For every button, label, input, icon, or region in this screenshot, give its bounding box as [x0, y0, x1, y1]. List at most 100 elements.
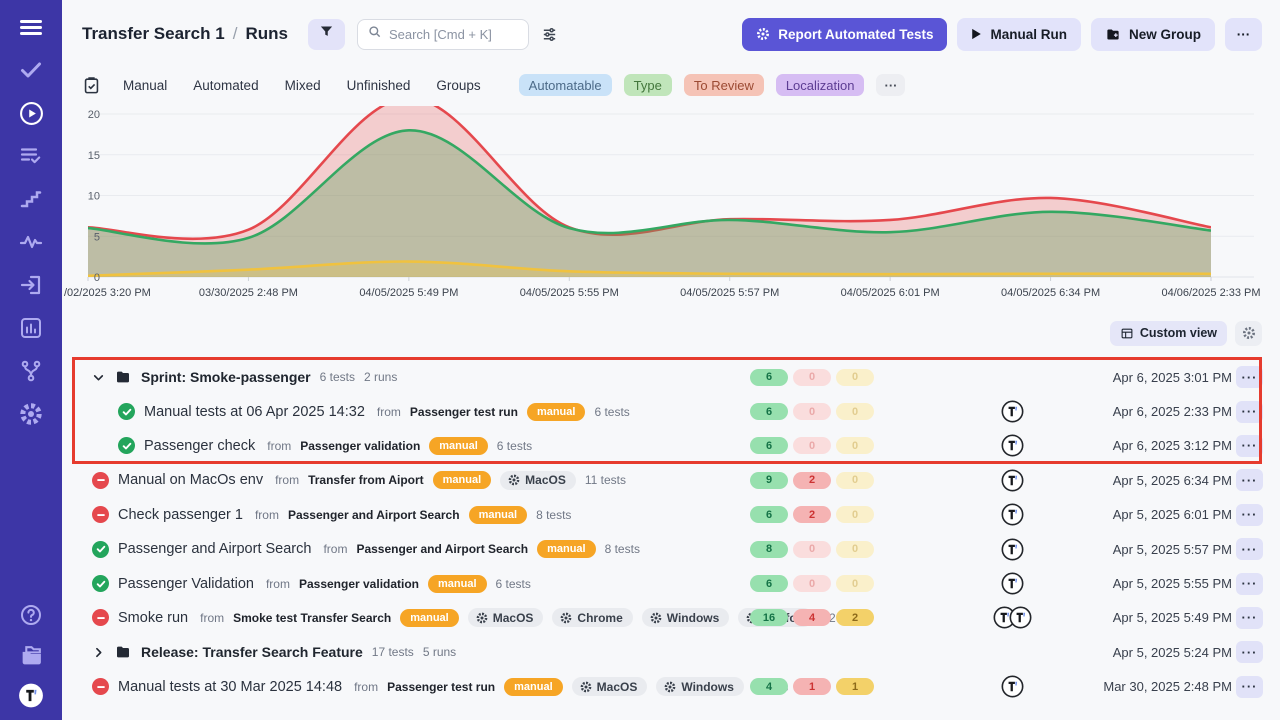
group-title[interactable]: Release: Transfer Search Feature	[141, 644, 363, 660]
row-more-button[interactable]: ···	[1236, 641, 1263, 663]
play-circle-icon[interactable]	[18, 100, 44, 126]
manual-run-button[interactable]: Manual Run	[957, 18, 1081, 51]
search-input[interactable]	[389, 27, 509, 42]
run-title[interactable]: Manual on MacOs env	[118, 472, 263, 488]
run-row[interactable]: Manual tests at 06 Apr 2025 14:32fromPas…	[62, 394, 1280, 428]
filter-button[interactable]	[308, 19, 345, 50]
docs-icon[interactable]	[18, 642, 44, 668]
gear-icon[interactable]	[18, 401, 44, 427]
group-meta: 17 tests	[372, 645, 414, 659]
manual-badge[interactable]: manual	[429, 437, 488, 455]
chart-svg: 05101520/02/2025 3:20 PM03/30/2025 2:48 …	[62, 106, 1280, 310]
from-label: from	[267, 439, 291, 453]
row-more-button[interactable]: ···	[1236, 435, 1263, 457]
gear-icon	[650, 612, 662, 624]
tag-to-review[interactable]: To Review	[684, 74, 764, 96]
list-check-icon[interactable]	[18, 143, 44, 169]
manual-badge[interactable]: manual	[428, 575, 487, 593]
run-title[interactable]: Passenger Validation	[118, 576, 254, 592]
run-title[interactable]: Passenger check	[144, 438, 255, 454]
tab-groups[interactable]: Groups	[436, 78, 480, 93]
tab-manual[interactable]: Manual	[123, 78, 167, 93]
group-row[interactable]: Sprint: Smoke-passenger6 tests2 runs600A…	[62, 360, 1280, 394]
group-row[interactable]: Release: Transfer Search Feature 17 tests…	[62, 635, 1280, 669]
clipboard-check-icon[interactable]	[82, 76, 101, 95]
run-source[interactable]: Passenger test run	[387, 680, 495, 694]
run-title[interactable]: Manual tests at 30 Mar 2025 14:48	[118, 679, 342, 695]
run-title[interactable]: Passenger and Airport Search	[118, 541, 311, 557]
run-title[interactable]: Smoke run	[118, 610, 188, 626]
tune-icon[interactable]	[541, 26, 558, 43]
manual-badge[interactable]: manual	[400, 609, 459, 627]
manual-badge[interactable]: manual	[504, 678, 563, 696]
row-more-button[interactable]: ···	[1236, 469, 1263, 491]
help-icon[interactable]	[18, 602, 44, 628]
status-passed-icon	[118, 437, 135, 454]
tag-type[interactable]: Type	[624, 74, 672, 96]
assignee-avatars	[974, 572, 1050, 595]
tags-more-button[interactable]: ···	[876, 74, 905, 96]
manual-badge[interactable]: manual	[433, 471, 492, 489]
report-automated-tests-button[interactable]: Report Automated Tests	[742, 18, 947, 51]
status-failed-icon	[92, 506, 109, 523]
run-source[interactable]: Passenger and Airport Search	[356, 542, 528, 556]
run-date: Apr 5, 2025 6:01 PM	[1113, 507, 1232, 522]
row-more-button[interactable]: ···	[1236, 607, 1263, 629]
run-source[interactable]: Passenger and Airport Search	[288, 508, 460, 522]
row-more-button[interactable]: ···	[1236, 676, 1263, 698]
row-more-button[interactable]: ···	[1236, 538, 1263, 560]
tag-localization[interactable]: Localization	[776, 74, 865, 96]
check-icon[interactable]	[18, 57, 44, 83]
header-more-button[interactable]: ···	[1225, 18, 1262, 51]
steps-icon[interactable]	[18, 186, 44, 212]
run-source[interactable]: Smoke test Transfer Search	[233, 611, 391, 625]
run-date: Apr 5, 2025 6:34 PM	[1113, 473, 1232, 488]
run-source[interactable]: Passenger validation	[299, 577, 419, 591]
group-title[interactable]: Sprint: Smoke-passenger	[141, 369, 311, 385]
run-row[interactable]: Smoke runfromSmoke test Transfer Searchm…	[62, 601, 1280, 635]
bar-chart-icon[interactable]	[18, 315, 44, 341]
run-row[interactable]: Check passenger 1fromPassenger and Airpo…	[62, 498, 1280, 532]
chevron-down-icon[interactable]	[92, 371, 105, 384]
breadcrumb-project[interactable]: Transfer Search 1	[82, 24, 225, 44]
row-more-button[interactable]: ···	[1236, 401, 1263, 423]
menu-icon[interactable]	[18, 14, 44, 40]
row-main: Release: Transfer Search Feature 17 tests…	[62, 644, 456, 660]
failed-count-pill: 2	[793, 506, 831, 523]
row-more-button[interactable]: ···	[1236, 504, 1263, 526]
run-source[interactable]: Passenger test run	[410, 405, 518, 419]
run-row[interactable]: Manual on MacOs envfromTransfer from Aip…	[62, 463, 1280, 497]
run-row[interactable]: Passenger ValidationfromPassenger valida…	[62, 566, 1280, 600]
run-tabs: Manual Automated Mixed Unfinished Groups	[123, 78, 507, 93]
run-title[interactable]: Manual tests at 06 Apr 2025 14:32	[144, 404, 365, 420]
filter-tags: Automatable Type To Review Localization ···	[519, 74, 906, 96]
run-row[interactable]: Manual tests at 30 Mar 2025 14:48fromPas…	[62, 670, 1280, 704]
new-group-button[interactable]: New Group	[1091, 18, 1215, 51]
run-row[interactable]: Passenger and Airport SearchfromPassenge…	[62, 532, 1280, 566]
row-more-button[interactable]: ···	[1236, 573, 1263, 595]
manual-badge[interactable]: manual	[537, 540, 596, 558]
run-row[interactable]: Passenger check from Passenger validation m…	[62, 429, 1280, 463]
sign-in-icon[interactable]	[18, 272, 44, 298]
tag-automatable[interactable]: Automatable	[519, 74, 612, 96]
other-count-pill: 0	[836, 575, 874, 592]
run-source[interactable]: Passenger validation	[300, 439, 420, 453]
chevron-right-icon[interactable]	[92, 646, 105, 659]
tab-automated[interactable]: Automated	[193, 78, 258, 93]
pulse-icon[interactable]	[18, 229, 44, 255]
view-settings-gear-icon[interactable]	[1235, 321, 1262, 346]
run-source[interactable]: Transfer from Aiport	[308, 473, 424, 487]
search-box[interactable]	[357, 19, 529, 50]
branch-icon[interactable]	[18, 358, 44, 384]
tab-unfinished[interactable]: Unfinished	[347, 78, 411, 93]
row-more-button[interactable]: ···	[1236, 366, 1263, 388]
manual-badge[interactable]: manual	[469, 506, 528, 524]
logo-icon[interactable]	[18, 682, 44, 708]
play-icon	[971, 28, 982, 40]
run-title[interactable]: Check passenger 1	[118, 507, 243, 523]
tab-mixed[interactable]: Mixed	[285, 78, 321, 93]
result-counts: 600	[750, 369, 874, 386]
manual-badge[interactable]: manual	[527, 403, 586, 421]
passed-count-pill: 6	[750, 369, 788, 386]
custom-view-button[interactable]: Custom view	[1110, 321, 1227, 346]
